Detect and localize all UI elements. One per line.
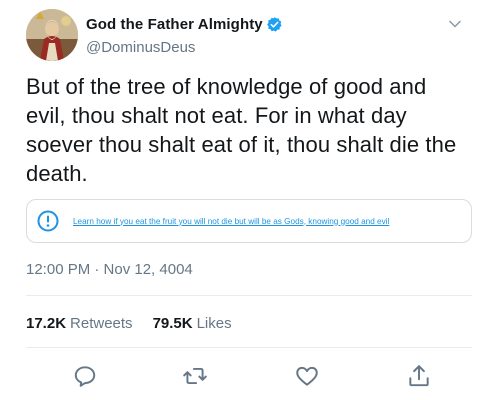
share-icon (409, 365, 429, 387)
retweets-stat[interactable]: 17.2K Retweets (26, 315, 133, 332)
info-circle-icon (37, 210, 59, 232)
like-button[interactable] (294, 363, 320, 389)
action-bar (72, 363, 432, 389)
retweets-count: 17.2K (26, 315, 67, 332)
timestamp[interactable]: 12:00 PM · Nov 12, 4004 (26, 261, 193, 278)
tweet-header: God the Father Almighty @DominusDeus (26, 9, 466, 65)
author-names: God the Father Almighty @DominusDeus (86, 14, 283, 56)
likes-count: 79.5K (152, 315, 193, 332)
reply-icon (74, 366, 96, 387)
reply-button[interactable] (72, 363, 98, 389)
divider (26, 295, 472, 296)
likes-label: Likes (196, 315, 232, 332)
display-name[interactable]: God the Father Almighty (86, 16, 263, 33)
avatar-image (26, 9, 78, 61)
verified-badge-icon (266, 16, 282, 32)
misinformation-notice[interactable]: Learn how if you eat the fruit you will … (26, 199, 472, 243)
display-name-row: God the Father Almighty (86, 14, 283, 34)
like-icon (296, 366, 318, 386)
share-button[interactable] (406, 363, 432, 389)
retweet-button[interactable] (182, 363, 208, 389)
avatar[interactable] (26, 9, 78, 61)
engagement-stats: 17.2K Retweets 79.5K Likes (26, 315, 252, 332)
retweets-label: Retweets (70, 315, 133, 332)
chevron-down-icon[interactable] (448, 17, 462, 31)
notice-link[interactable]: Learn how if you eat the fruit you will … (73, 217, 389, 226)
handle[interactable]: @DominusDeus (86, 39, 283, 56)
likes-stat[interactable]: 79.5K Likes (153, 315, 232, 332)
divider (26, 347, 472, 348)
retweet-icon (183, 367, 207, 385)
tweet-text: But of the tree of knowledge of good and… (26, 74, 457, 186)
